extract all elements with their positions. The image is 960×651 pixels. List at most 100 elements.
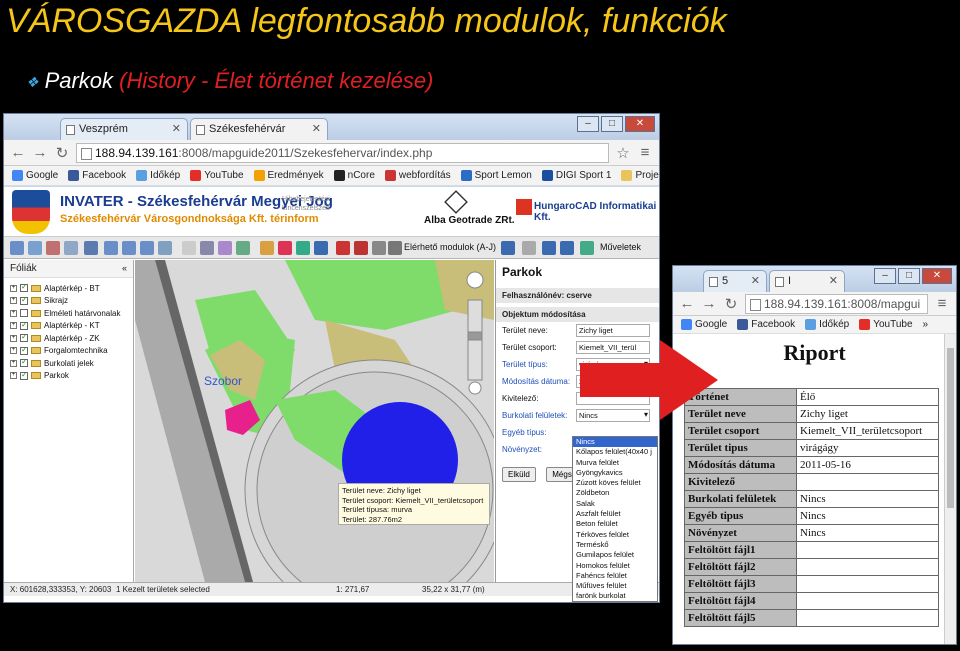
measure-icon[interactable] <box>218 241 232 255</box>
report-scrollbar[interactable] <box>944 334 956 644</box>
reload-icon[interactable]: ↻ <box>723 295 739 313</box>
expand-plus-icon[interactable]: + <box>10 297 17 305</box>
maximize-icon[interactable]: □ <box>898 268 920 284</box>
info-icon[interactable] <box>372 241 386 255</box>
star-icon[interactable]: ☆ <box>615 144 631 162</box>
home-icon[interactable] <box>580 241 594 255</box>
maximize-icon[interactable]: □ <box>601 116 623 132</box>
bookmark-digisport[interactable]: DIGI Sport 1 <box>541 170 611 181</box>
close-tab-icon[interactable]: ✕ <box>312 122 321 135</box>
layer-checkbox[interactable] <box>20 282 28 293</box>
pdf-icon[interactable] <box>354 241 368 255</box>
close-tab-icon[interactable]: ✕ <box>829 274 838 287</box>
actions-menu[interactable]: Műveletek <box>600 242 641 252</box>
expand-plus-icon[interactable]: + <box>10 359 17 367</box>
bookmark-eredmenyek[interactable]: Eredmények <box>253 170 324 181</box>
more-bookmarks-icon[interactable]: » <box>923 319 929 330</box>
dropdown-option[interactable]: Nincs <box>573 437 657 448</box>
bookmark-google[interactable]: Google <box>12 170 58 181</box>
list-icon[interactable] <box>522 241 536 255</box>
bookmark-webforditas[interactable]: webfordítás <box>384 170 451 181</box>
dropdown-option[interactable]: Műfüves felület <box>573 581 657 591</box>
close-tab-icon[interactable]: ✕ <box>751 274 760 287</box>
dropdown-option[interactable]: Fahéncs felület <box>573 571 657 581</box>
query-icon[interactable] <box>278 241 292 255</box>
layer-item[interactable]: + Alaptérkép - BT <box>4 282 133 295</box>
minimize-icon[interactable]: – <box>577 116 599 132</box>
layer-checkbox[interactable] <box>20 357 28 368</box>
bookmark-facebook[interactable]: Facebook <box>68 170 126 181</box>
zoom-icon[interactable] <box>28 241 42 255</box>
layer-item[interactable]: + Elméleti határvonalak <box>4 307 133 320</box>
dropdown-option[interactable]: farönk burkolat <box>573 591 657 601</box>
expand-plus-icon[interactable]: + <box>10 334 17 342</box>
dropdown-option[interactable]: Térköves felület <box>573 530 657 540</box>
layer-checkbox[interactable] <box>20 345 28 355</box>
forward-arrow-icon[interactable]: → <box>701 295 717 312</box>
url-input[interactable]: 188.94.139.161:8008/mapguide2011/Szekesf… <box>76 142 609 163</box>
pan-icon[interactable] <box>84 241 98 255</box>
reload-icon[interactable]: ↻ <box>54 144 70 162</box>
filter-icon[interactable] <box>314 241 328 255</box>
dropdown-option[interactable]: Aszfalt felület <box>573 509 657 519</box>
tab-veszprem[interactable]: Veszprém ✕ <box>60 118 188 140</box>
back-arrow-icon[interactable]: ← <box>679 295 695 312</box>
arrow-left-icon[interactable] <box>542 241 556 255</box>
bookmark-ncore[interactable]: nCore <box>333 170 375 181</box>
collapse-icon[interactable]: « <box>122 263 127 273</box>
help-icon[interactable] <box>388 241 402 255</box>
zoom-extent-icon[interactable] <box>140 241 154 255</box>
tab-szekesfehervar[interactable]: Székesfehérvár ✕ <box>190 118 328 140</box>
surface-dropdown-list[interactable]: Nincs Kőlapos felület(40x40 j Murva felüle… <box>572 436 658 602</box>
print-icon[interactable] <box>10 241 24 255</box>
minimize-icon[interactable]: – <box>874 268 896 284</box>
dropdown-option[interactable]: Beton felület <box>573 519 657 529</box>
close-window-icon[interactable]: ✕ <box>922 268 952 284</box>
map-view[interactable] <box>135 260 494 582</box>
menu-icon[interactable]: ≡ <box>637 144 653 161</box>
expand-plus-icon[interactable]: + <box>10 347 17 355</box>
bookmark-youtube[interactable]: YouTube <box>859 319 913 330</box>
dropdown-option[interactable]: Kőlapos felület(40x40 j <box>573 447 657 457</box>
layout-icon[interactable] <box>64 241 78 255</box>
report-tab-1[interactable]: 5 ✕ <box>703 270 767 292</box>
map-canvas[interactable] <box>135 260 494 582</box>
bookmark-idokep[interactable]: Időkép <box>805 319 849 330</box>
expand-plus-icon[interactable]: + <box>10 372 17 380</box>
report-tab-2[interactable]: I ✕ <box>769 270 845 292</box>
arrow-right-icon[interactable] <box>560 241 574 255</box>
dropdown-option[interactable]: Gumilapos felület <box>573 550 657 560</box>
layer-item[interactable]: + Sikrajz <box>4 295 133 308</box>
layer-checkbox[interactable] <box>20 332 28 343</box>
layer-item[interactable]: + Parkok <box>4 370 133 383</box>
bookmark-idokep[interactable]: Időkép <box>136 170 180 181</box>
dropdown-option[interactable]: Murva felület <box>573 458 657 468</box>
tool-icon[interactable] <box>46 241 60 255</box>
close-window-icon[interactable]: ✕ <box>625 116 655 132</box>
send-button[interactable]: Elküld <box>502 467 536 482</box>
dropdown-option[interactable]: Terméskő <box>573 540 657 550</box>
layer-checkbox[interactable] <box>20 320 28 330</box>
globe-icon[interactable] <box>296 241 310 255</box>
zoom-out-icon[interactable] <box>122 241 136 255</box>
layer-item[interactable]: + Burkolati jelek <box>4 357 133 370</box>
expand-plus-icon[interactable]: + <box>10 284 17 292</box>
menu-icon[interactable]: ≡ <box>934 295 950 312</box>
table-icon[interactable] <box>260 241 274 255</box>
select-area-icon[interactable] <box>200 241 214 255</box>
layer-item[interactable]: + Forgalomtechnika <box>4 345 133 358</box>
layer-checkbox[interactable] <box>20 309 28 318</box>
layer-checkbox[interactable] <box>20 295 28 305</box>
select-arrow-icon[interactable] <box>182 241 196 255</box>
bookmark-facebook[interactable]: Facebook <box>737 319 795 330</box>
buffer-icon[interactable] <box>236 241 250 255</box>
expand-plus-icon[interactable]: + <box>10 322 17 330</box>
dropdown-option[interactable]: Homokos felület <box>573 561 657 571</box>
edit-icon[interactable] <box>336 241 350 255</box>
layer-item[interactable]: + Alaptérkép - KT <box>4 320 133 333</box>
close-tab-icon[interactable]: ✕ <box>172 122 181 135</box>
forward-arrow-icon[interactable]: → <box>32 144 48 161</box>
zoom-in-icon[interactable] <box>104 241 118 255</box>
bookmark-google[interactable]: Google <box>681 319 727 330</box>
module-select[interactable]: Elérhető modulok (A-J) <box>404 242 496 252</box>
